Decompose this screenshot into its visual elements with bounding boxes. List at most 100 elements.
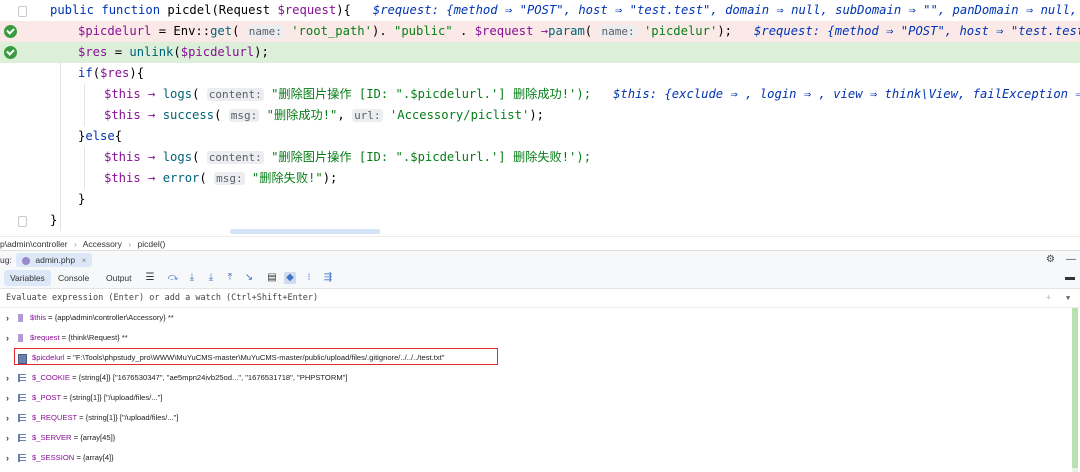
code-token: (	[584, 24, 600, 38]
variable-row[interactable]: › $_SESSION = {array[4]}	[0, 448, 1070, 468]
variable-value: = {array[4]}	[74, 453, 114, 462]
breadcrumb-item[interactable]: p\admin\controller	[0, 239, 68, 249]
breakpoint-icon[interactable]	[4, 25, 17, 38]
gear-icon[interactable]: ⚙	[1046, 251, 1055, 269]
code-line[interactable]: public function picdel(Request $request)…	[0, 0, 1080, 21]
chevron-right-icon[interactable]: ›	[6, 408, 9, 428]
minimize-icon[interactable]: —	[1066, 251, 1076, 269]
code-line[interactable]: }	[0, 210, 1080, 231]
variable-name: $_COOKIE	[32, 373, 70, 382]
code-token: success	[162, 108, 215, 122]
variable-value: = {app\admin\controller\Accessory} **	[46, 313, 174, 322]
chevron-down-icon[interactable]: ▼	[1066, 289, 1070, 307]
tab-console[interactable]: Console	[52, 270, 95, 286]
code-token: (	[232, 24, 247, 38]
code-token: →	[140, 171, 163, 185]
step-into-icon[interactable]: ⤓	[186, 272, 198, 284]
variable-value: = {string[1]} ["/upload/files/..."]	[61, 393, 163, 402]
code-token: "删除图片操作 [ID: ".$picdelurl.'] 删除失败!');	[263, 150, 592, 164]
parameter-hint: content:	[206, 151, 264, 164]
code-token: 'picdelur'	[636, 24, 718, 38]
tab-output[interactable]: Output	[100, 270, 138, 286]
force-step-into-icon[interactable]: ⤓	[205, 272, 217, 284]
variable-name: $_SERVER	[32, 433, 72, 442]
code-token: 'Accessory/piclist'	[382, 108, 530, 122]
variable-value: = {string[1]} ["/upload/files/..."]	[77, 413, 179, 422]
code-token: (Request	[211, 3, 278, 17]
highlight-box	[14, 348, 498, 365]
fold-icon[interactable]	[18, 216, 27, 227]
frames-icon[interactable]: ▤	[266, 272, 278, 284]
code-line[interactable]: $this → logs( content: "删除图片操作 [ID: ".$p…	[0, 84, 1080, 105]
code-token: get	[210, 24, 233, 38]
code-line[interactable]: $this → logs( content: "删除图片操作 [ID: ".$p…	[0, 147, 1080, 168]
code-token: logs	[162, 150, 193, 164]
code-token: $this	[104, 171, 141, 185]
code-line[interactable]: $picdelurl = Env::get( name: 'root_path'…	[0, 21, 1080, 42]
code-token: );	[717, 24, 755, 38]
close-icon[interactable]: ×	[81, 255, 86, 265]
code-line[interactable]: $this → success( msg: "删除成功!", url: 'Acc…	[0, 105, 1080, 126]
code-token: (	[192, 87, 207, 101]
evaluate-expression-input[interactable]: Evaluate expression (Enter) or add a wat…	[0, 289, 1080, 308]
chevron-right-icon[interactable]: ›	[6, 448, 9, 468]
breakpoint-icon[interactable]	[4, 46, 17, 59]
code-token: (	[173, 45, 181, 59]
code-line[interactable]: $this → error( msg: "删除失败!");	[0, 168, 1080, 189]
variable-row[interactable]: › $_COOKIE = {string[4]} ["1676530347", "…	[0, 368, 1070, 388]
add-watch-icon[interactable]: +	[1046, 289, 1051, 307]
object-variable-icon	[18, 334, 23, 342]
vertical-scrollbar[interactable]	[1072, 308, 1078, 472]
chevron-right-icon[interactable]: ›	[6, 388, 9, 408]
variable-name: $_POST	[32, 393, 61, 402]
watches-icon[interactable]: ◆	[284, 272, 296, 284]
menu-icon[interactable]: ☰	[144, 272, 156, 284]
code-token: →	[140, 150, 163, 164]
code-text: }	[78, 189, 85, 210]
variable-entry: $request = {think\Request} **	[30, 328, 128, 348]
array-icon	[18, 434, 26, 442]
code-line[interactable]: $res = unlink($picdelurl);	[0, 42, 1080, 63]
fold-icon[interactable]	[18, 6, 27, 17]
parameter-hint: name:	[246, 25, 284, 38]
parameter-hint: name:	[599, 25, 637, 38]
step-out-icon[interactable]: ⤒	[224, 272, 236, 284]
code-line[interactable]: if($res){	[0, 63, 1080, 84]
variable-row[interactable]: › $_SERVER = {array[45]}	[0, 428, 1070, 448]
variable-row[interactable]: › $_POST = {string[1]} ["/upload/files/..…	[0, 388, 1070, 408]
evaluate-placeholder: Evaluate expression (Enter) or add a wat…	[6, 293, 319, 303]
tab-variables[interactable]: Variables	[4, 270, 51, 286]
variable-row[interactable]: › $request = {think\Request} **	[0, 328, 1070, 348]
step-over-icon[interactable]: ⤼	[167, 272, 179, 284]
chevron-right-icon[interactable]: ›	[6, 368, 9, 388]
debug-session-tab[interactable]: admin.php ×	[16, 253, 93, 267]
code-editor[interactable]: public function picdel(Request $request)…	[0, 0, 1080, 236]
layout-icon[interactable]: ▬	[1064, 272, 1076, 284]
code-line[interactable]: }	[0, 189, 1080, 210]
array-icon	[18, 414, 26, 422]
chevron-right-icon[interactable]: ›	[6, 328, 9, 348]
code-token: (	[214, 108, 229, 122]
variable-row[interactable]: › $_REQUEST = {string[1]} ["/upload/files…	[0, 408, 1070, 428]
variable-row[interactable]: › $this = {app\admin\controller\Accessory…	[0, 308, 1070, 328]
list-icon[interactable]: ⁝	[303, 272, 315, 284]
debug-label: ug:	[0, 255, 12, 265]
breadcrumb-item[interactable]: Accessory	[83, 239, 122, 249]
parameter-hint: content:	[206, 88, 264, 101]
code-token: );	[254, 45, 269, 59]
chevron-right-icon[interactable]: ›	[6, 308, 9, 328]
code-token: );	[322, 171, 338, 185]
code-token: $this	[104, 108, 141, 122]
breadcrumb-item[interactable]: picdel()	[138, 239, 166, 249]
code-line[interactable]: }else{	[0, 126, 1080, 147]
code-text: $this → success( msg: "删除成功!", url: 'Acc…	[104, 105, 544, 126]
horizontal-scrollbar[interactable]	[230, 229, 380, 234]
code-token: {	[114, 129, 123, 143]
variable-name: $_REQUEST	[32, 413, 78, 422]
settings-list-icon[interactable]: ⇶	[322, 272, 334, 284]
code-token: $picdelurl	[180, 45, 255, 59]
code-token: $this	[104, 87, 141, 101]
run-to-cursor-icon[interactable]: ↘	[243, 272, 255, 284]
chevron-right-icon[interactable]: ›	[6, 428, 9, 448]
variable-name: $request	[30, 333, 60, 342]
